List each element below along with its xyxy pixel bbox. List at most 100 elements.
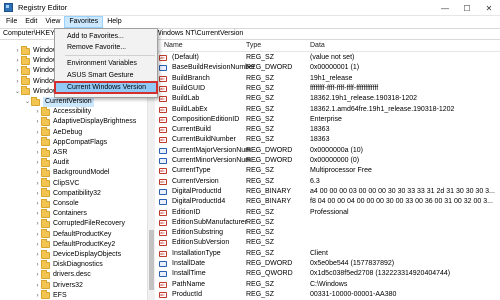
chevron-right-icon[interactable]: › [34,209,41,219]
menu-item-asus-smart-gesture[interactable]: ASUS Smart Gesture [55,70,157,81]
chevron-right-icon[interactable]: › [34,138,41,148]
tree-node[interactable]: › AdaptiveDisplayBrightness [34,116,136,127]
column-header-data[interactable]: Data [310,40,325,52]
value-row[interactable]: EditionSubManufacturerREG_SZ [156,218,500,228]
chevron-right-icon[interactable]: › [34,230,41,240]
value-row[interactable]: BuildBranch REG_SZ 19h1_release [156,74,500,84]
value-row[interactable]: (Default) REG_SZ (value not set) [156,53,500,63]
chevron-right-icon[interactable]: › [34,260,41,270]
tree-node[interactable]: › DefaultProductKey [34,229,111,240]
value-row[interactable]: CurrentVersion REG_SZ 6.3 [156,177,500,187]
maximize-button[interactable]: ☐ [456,0,478,16]
registry-editor-icon [4,3,13,12]
tree-node[interactable]: › Audit [34,157,69,168]
value-row[interactable]: CompositionEditionID REG_SZ Enterprise [156,115,500,125]
tree-node-label: CorruptedFileRecovery [53,220,125,228]
tree-node[interactable]: › Accessibility [34,106,91,117]
value-row[interactable]: BuildGUID REG_SZ ffffffff-ffff-ffff-ffff-f… [156,84,500,94]
tree-node[interactable]: › drivers.desc [34,269,91,280]
tree-node[interactable]: › ClipSVC [34,178,79,189]
chevron-right-icon[interactable]: › [34,168,41,178]
value-row[interactable]: CurrentType REG_SZ Multiprocessor Free [156,166,500,176]
chevron-right-icon[interactable]: › [14,66,21,76]
chevron-right-icon[interactable]: › [34,148,41,158]
binary-value-icon [159,188,167,195]
value-row[interactable]: CurrentMajorVersionNum... REG_DWORD 0x0000… [156,146,500,156]
menu-item-current-windows-version[interactable]: Current Windows Version [54,81,158,94]
tree-node[interactable]: › Drivers32 [34,280,83,291]
value-row[interactable]: EditionSubVersion REG_SZ [156,238,500,248]
chevron-right-icon[interactable]: › [34,179,41,189]
menu-edit[interactable]: Edit [21,16,41,28]
chevron-right-icon[interactable]: › [14,46,21,56]
tree-node[interactable]: › DiskDiagnostics [34,259,103,270]
value-row[interactable]: EditionID REG_SZ Professional [156,208,500,218]
chevron-right-icon[interactable]: › [14,56,21,66]
value-name: EditionSubVersion [172,239,230,247]
value-row[interactable]: CurrentBuild REG_SZ 18363 [156,125,500,135]
menu-item-remove-favorite[interactable]: Remove Favorite... [55,42,157,53]
menu-item-add-to-favorites[interactable]: Add to Favorites... [55,31,157,42]
value-row[interactable]: InstallTime REG_QWORD 0x1d5c038f5ed2708 (1… [156,269,500,279]
value-data: 6.3 [310,177,320,185]
value-row[interactable]: InstallDate REG_DWORD 0x5e0be544 (15778378… [156,259,500,269]
menu-help[interactable]: Help [103,16,125,28]
chevron-right-icon[interactable]: › [34,250,41,260]
chevron-right-icon[interactable]: › [34,199,41,209]
tree-node[interactable]: ⌄ CurrentVersion [24,96,94,107]
menu-file[interactable]: File [2,16,21,28]
tree-node[interactable]: › EFS [34,290,67,300]
folder-icon [41,127,50,137]
tree-node[interactable]: › AppCompatFlags [34,137,107,148]
menu-favorites[interactable]: Favorites [64,16,104,28]
tree-node[interactable]: › ASR [34,147,67,158]
chevron-right-icon[interactable]: › [34,107,41,117]
menu-view[interactable]: View [41,16,64,28]
chevron-right-icon[interactable]: › [34,281,41,291]
chevron-right-icon[interactable]: › [34,189,41,199]
chevron-down-icon[interactable]: ⌄ [14,87,21,97]
chevron-right-icon[interactable]: › [34,270,41,280]
chevron-right-icon[interactable]: › [14,77,21,87]
value-row[interactable]: InstallationType REG_SZ Client [156,249,500,259]
value-name: InstallationType [172,249,221,257]
column-header-type[interactable]: Type [246,40,261,52]
chevron-right-icon[interactable]: › [34,291,41,300]
value-row[interactable]: BuildLab REG_SZ 18362.19h1_release.190318-… [156,94,500,104]
chevron-right-icon[interactable]: › [34,219,41,229]
value-row[interactable]: EditionSubstring REG_SZ [156,228,500,238]
value-row[interactable]: BaseBuildRevisionNumber REG_DWORD 0x000000… [156,63,500,73]
value-row[interactable]: DigitalProductId REG_BINARY a4 00 00 00 03… [156,187,500,197]
tree-node[interactable]: › BackgroundModel [34,167,109,178]
tree-node-label: Compatibility32 [53,189,101,197]
tree-node[interactable]: › CorruptedFileRecovery [34,218,125,229]
close-button[interactable]: ✕ [478,0,500,16]
chevron-right-icon[interactable]: › [34,158,41,168]
folder-icon [41,157,50,167]
value-row[interactable]: CurrentMinorVersionNum... REG_DWORD 0x0000… [156,156,500,166]
value-row[interactable]: DigitalProductId4 REG_BINARY f8 04 00 00 0… [156,197,500,207]
value-name: PathName [172,280,206,288]
minimize-button[interactable]: — [434,0,456,16]
value-type: REG_SZ [246,218,275,226]
values-pane[interactable]: Name Type Data (Default) REG_SZ (value not… [156,40,500,300]
tree-scrollbar-thumb[interactable] [149,230,154,290]
value-row[interactable]: CurrentBuildNumber REG_SZ 18363 [156,135,500,145]
value-row[interactable]: ProductId REG_SZ 00331-10000-00001-AA380 [156,290,500,300]
value-row[interactable]: BuildLabEx REG_SZ 18362.1.amd64fre.19h1_re… [156,105,500,115]
tree-node[interactable]: › DefaultProductKey2 [34,239,115,250]
tree-node[interactable]: › DeviceDisplayObjects [34,249,121,260]
chevron-right-icon[interactable]: › [34,240,41,250]
tree-node[interactable]: › Containers [34,208,87,219]
value-row[interactable]: PathName REG_SZ C:\Windows [156,280,500,290]
menu-item-environment-variables[interactable]: Environment Variables [55,58,157,69]
string-value-icon [159,135,167,145]
chevron-right-icon[interactable]: › [34,117,41,127]
chevron-right-icon[interactable]: › [34,128,41,138]
tree-node[interactable]: › Console [34,198,79,209]
value-data: Enterprise [310,115,342,123]
tree-node[interactable]: › AeDebug [34,127,82,138]
tree-node[interactable]: › Compatibility32 [34,188,101,199]
column-header-name[interactable]: Name [164,40,183,52]
chevron-down-icon[interactable]: ⌄ [24,97,31,107]
